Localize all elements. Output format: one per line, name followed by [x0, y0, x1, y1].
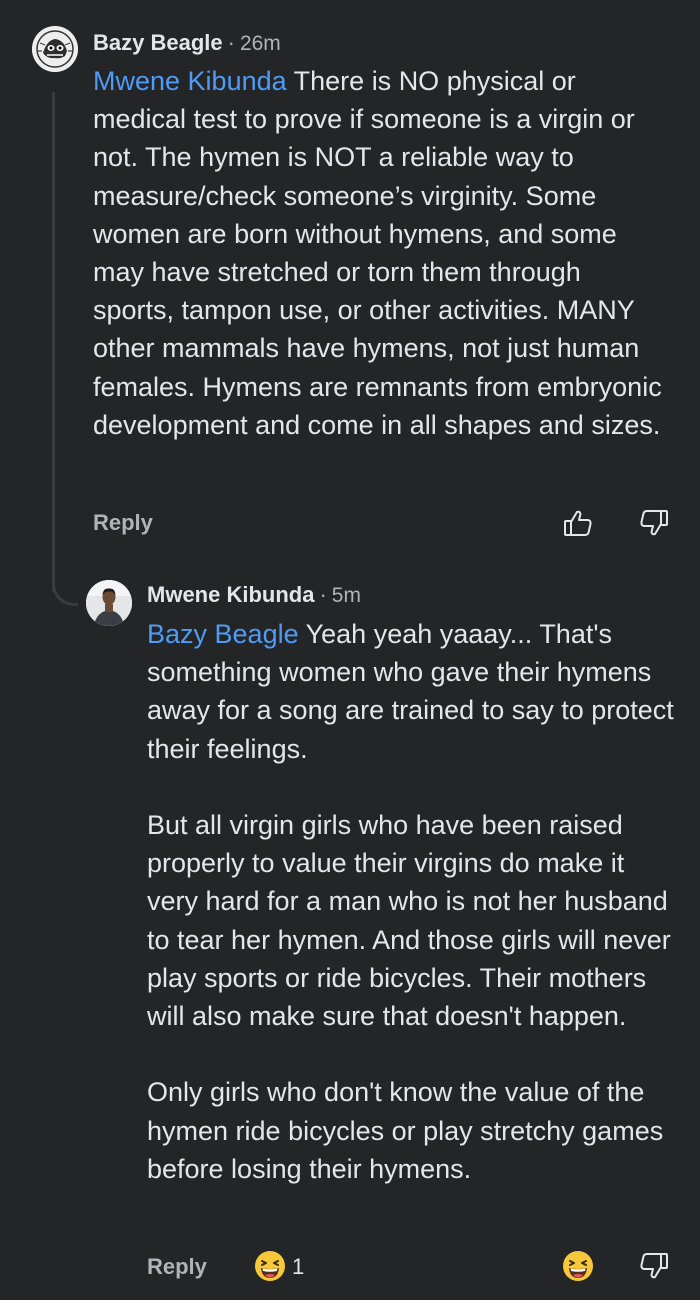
comment-timestamp[interactable]: 5m	[332, 584, 361, 607]
thumbs-up-icon[interactable]	[562, 507, 594, 539]
thread-connector	[52, 560, 78, 606]
laughing-emoji-icon[interactable]	[254, 1250, 286, 1282]
reply-button[interactable]: Reply	[93, 510, 153, 536]
comment-author-header: Bazy Beagle · 26m	[93, 30, 281, 56]
reaction-count[interactable]: 1	[292, 1254, 304, 1280]
comment-body: Mwene Kibunda There is NO physical or me…	[93, 62, 663, 444]
mention-link[interactable]: Mwene Kibunda	[93, 66, 287, 96]
author-name[interactable]: Bazy Beagle	[93, 30, 223, 55]
laughing-emoji-icon[interactable]	[562, 1250, 594, 1282]
comment-timestamp[interactable]: 26m	[240, 32, 281, 55]
meta-separator: ·	[227, 30, 235, 55]
thumbs-down-icon[interactable]	[638, 1250, 670, 1282]
avatar-illustration-icon[interactable]	[32, 26, 78, 72]
meta-separator: ·	[319, 582, 327, 607]
thread-line	[52, 92, 55, 592]
reply-button[interactable]: Reply	[147, 1254, 207, 1280]
comment-paragraph-3: Only girls who don't know the value of t…	[147, 1077, 664, 1184]
comment-paragraph-2: But all virgin girls who have been raise…	[147, 810, 671, 1032]
mention-link[interactable]: Bazy Beagle	[147, 619, 299, 649]
thumbs-down-icon[interactable]	[638, 507, 670, 539]
comment-text: There is NO physical or medical test to …	[93, 66, 662, 440]
author-name[interactable]: Mwene Kibunda	[147, 582, 314, 607]
avatar-photo-icon[interactable]	[86, 580, 132, 626]
comment-body: Bazy Beagle Yeah yeah yaaay... That's so…	[147, 615, 682, 1188]
comment-author-header: Mwene Kibunda · 5m	[147, 582, 361, 608]
